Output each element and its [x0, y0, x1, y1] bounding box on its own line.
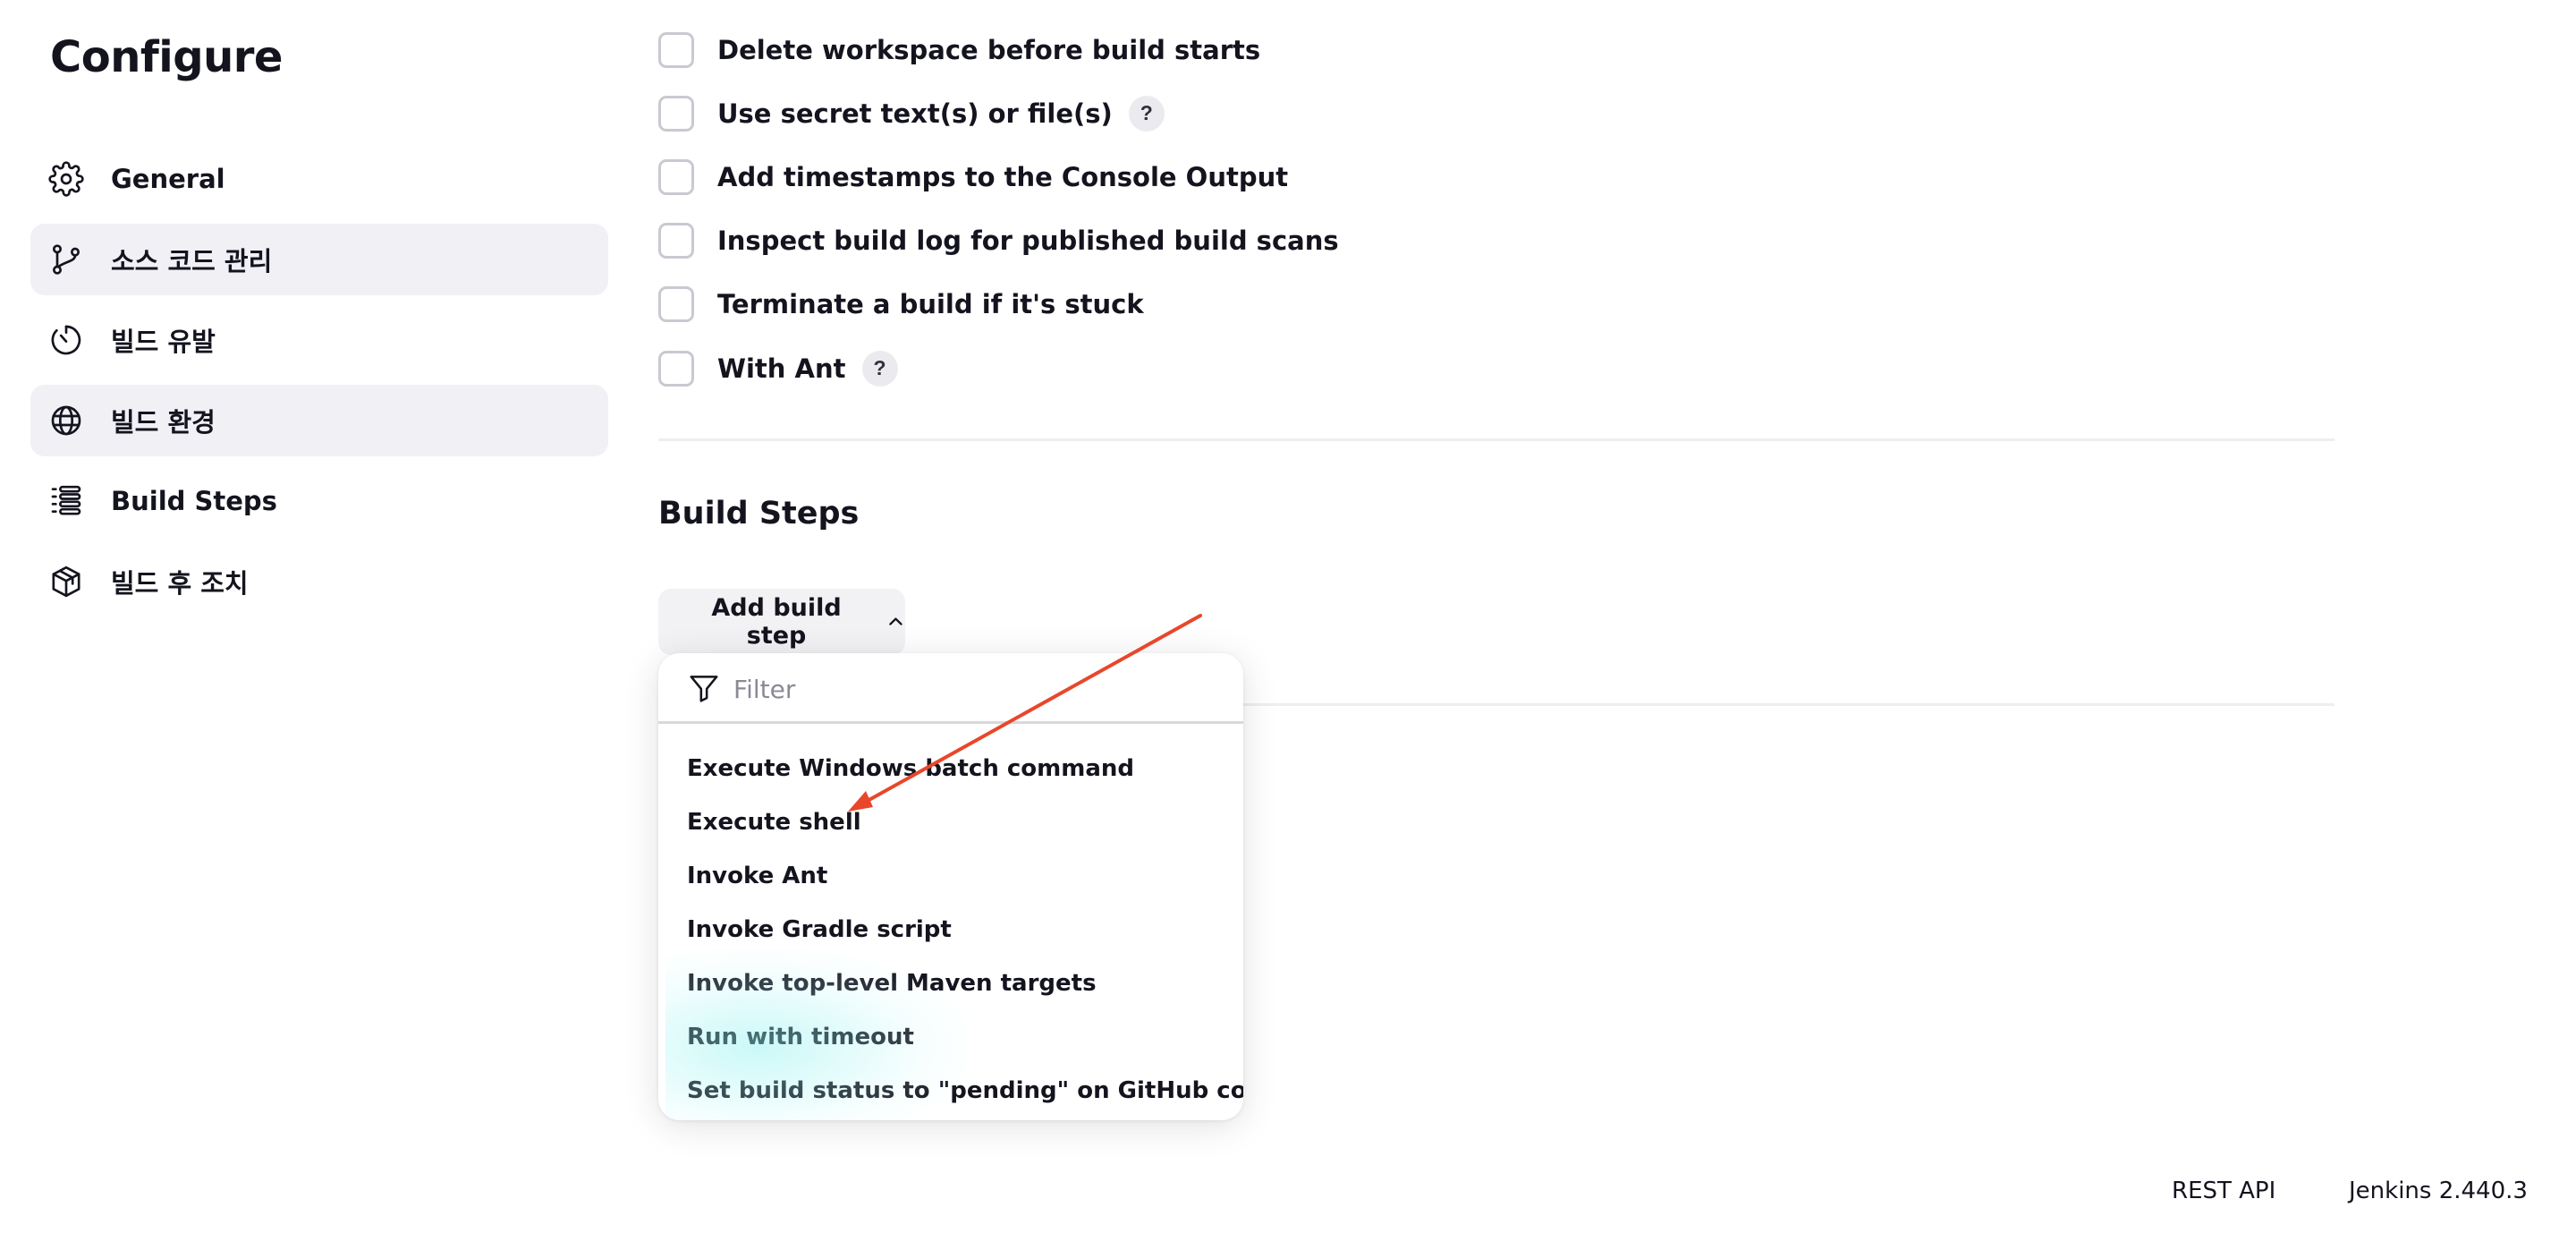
menu-item-invoke-gradle[interactable]: Invoke Gradle script: [658, 903, 1243, 957]
option-label[interactable]: Inspect build log for published build sc…: [717, 225, 1339, 256]
checkbox-add-timestamps[interactable]: [658, 158, 694, 195]
option-label[interactable]: Terminate a build if it's stuck: [717, 289, 1144, 319]
sidebar-item-build-triggers[interactable]: 빌드 유발: [30, 304, 608, 376]
filter-input[interactable]: [732, 669, 1218, 709]
option-row: Terminate a build if it's stuck: [658, 284, 2358, 347]
menu-item-run-with-timeout[interactable]: Run with timeout: [658, 1010, 1243, 1064]
sidebar-item-label: 빌드 후 조치: [111, 568, 249, 599]
checkbox-inspect-build-log[interactable]: [658, 223, 694, 259]
git-branch-icon: [48, 242, 84, 277]
jenkins-version-link[interactable]: Jenkins 2.440.3: [2349, 1178, 2528, 1204]
gear-icon: [48, 161, 84, 197]
sidebar-item-build-environment[interactable]: 빌드 환경: [30, 385, 608, 456]
sidebar-item-label: 빌드 환경: [111, 407, 216, 438]
checkbox-terminate-stuck[interactable]: [658, 286, 694, 323]
sidebar-item-source-code-management[interactable]: 소스 코드 관리: [30, 224, 608, 295]
add-build-step-button[interactable]: Add build step: [658, 589, 905, 655]
sidebar-item-label: Build Steps: [111, 486, 277, 516]
checkbox-use-secret[interactable]: [658, 95, 694, 132]
add-build-step-label: Add build step: [711, 594, 842, 650]
sidebar-item-label: 빌드 유발: [111, 327, 216, 357]
option-row: Use secret text(s) or file(s) ?: [658, 92, 2358, 156]
sidebar-item-label: General: [111, 164, 225, 194]
timer-icon: [48, 322, 84, 358]
chevron-up-icon: [889, 617, 902, 625]
checkbox-with-ant[interactable]: [658, 350, 694, 387]
option-label[interactable]: Delete workspace before build starts: [717, 35, 1260, 65]
menu-item-invoke-maven[interactable]: Invoke top-level Maven targets: [658, 957, 1243, 1010]
menu-item-invoke-ant[interactable]: Invoke Ant: [658, 849, 1243, 903]
build-step-menu: Execute Windows batch command Execute sh…: [658, 724, 1243, 1118]
sidebar-item-build-steps[interactable]: Build Steps: [30, 465, 608, 537]
sidebar: General 소스 코드 관리 빌드 유발 빌드 환경 Build Steps…: [30, 143, 608, 626]
sidebar-item-label: 소스 코드 관리: [111, 246, 273, 276]
section-divider: [658, 438, 2334, 441]
help-button[interactable]: ?: [1128, 95, 1165, 132]
package-icon: [48, 564, 84, 599]
option-label[interactable]: Use secret text(s) or file(s): [717, 98, 1113, 129]
globe-icon: [48, 403, 84, 438]
checkbox-delete-workspace[interactable]: [658, 31, 694, 68]
sidebar-item-general[interactable]: General: [30, 143, 608, 215]
page-title: Configure: [50, 32, 283, 82]
option-row: With Ant ?: [658, 347, 2358, 411]
filter-icon: [690, 676, 718, 702]
sidebar-item-post-build-actions[interactable]: 빌드 후 조치: [30, 546, 608, 617]
option-row: Add timestamps to the Console Output: [658, 156, 2358, 219]
list-icon: [48, 483, 84, 519]
menu-item-execute-windows-batch[interactable]: Execute Windows batch command: [658, 742, 1243, 795]
option-row: Inspect build log for published build sc…: [658, 220, 2358, 284]
build-environment-options: Delete workspace before build starts Use…: [658, 29, 2358, 411]
menu-item-set-build-status-pending[interactable]: Set build status to "pending" on GitHub …: [658, 1064, 1243, 1118]
filter-row: [658, 653, 1243, 724]
help-button[interactable]: ?: [861, 350, 898, 387]
build-steps-title: Build Steps: [658, 496, 860, 531]
option-label[interactable]: Add timestamps to the Console Output: [717, 162, 1288, 192]
option-label[interactable]: With Ant: [717, 353, 846, 384]
rest-api-link[interactable]: REST API: [2172, 1178, 2275, 1204]
option-row: Delete workspace before build starts: [658, 29, 2358, 92]
menu-item-execute-shell[interactable]: Execute shell: [658, 795, 1243, 849]
build-step-dropdown: Execute Windows batch command Execute sh…: [658, 653, 1243, 1120]
